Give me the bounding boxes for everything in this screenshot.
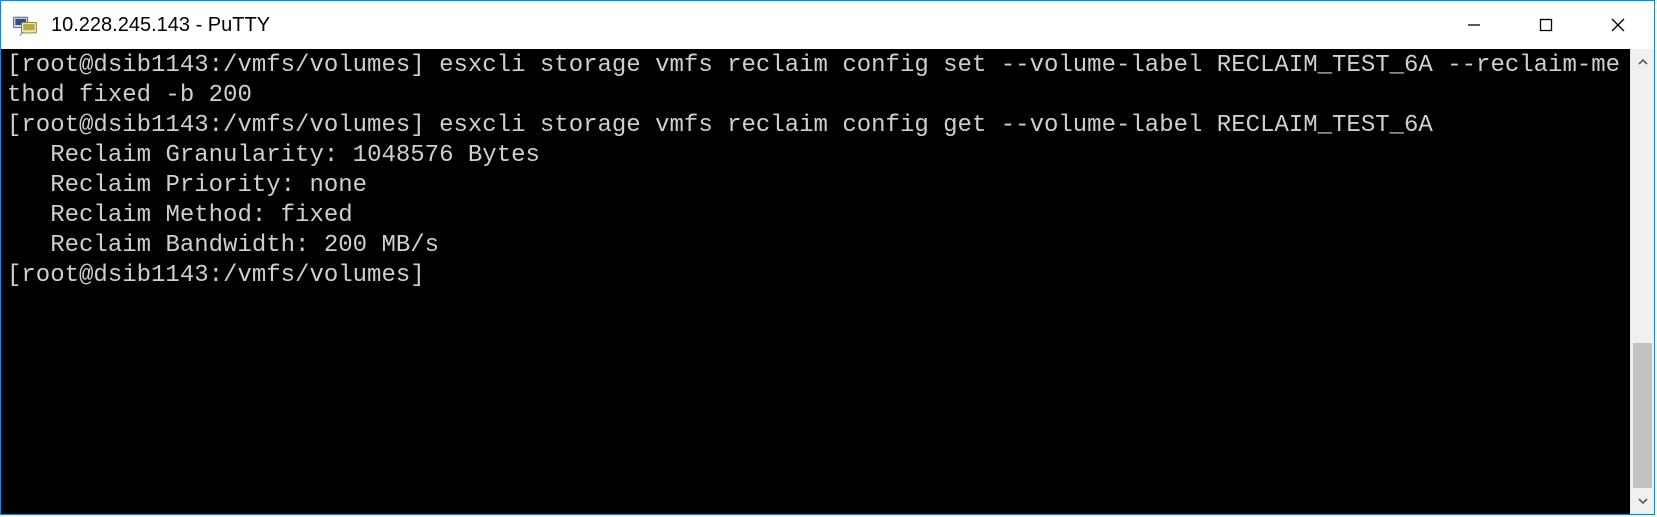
scroll-track[interactable] xyxy=(1631,75,1654,488)
scroll-thumb[interactable] xyxy=(1633,343,1652,488)
scroll-down-arrow-icon[interactable] xyxy=(1631,488,1654,514)
terminal[interactable]: [root@dsib1143:/vmfs/volumes] esxcli sto… xyxy=(1,49,1630,514)
maximize-button[interactable] xyxy=(1510,1,1582,49)
client-area: [root@dsib1143:/vmfs/volumes] esxcli sto… xyxy=(1,49,1654,514)
window-title: 10.228.245.143 - PuTTY xyxy=(49,14,270,37)
close-button[interactable] xyxy=(1582,1,1654,49)
putty-app-icon xyxy=(1,1,49,49)
scrollbar[interactable] xyxy=(1630,49,1654,514)
minimize-button[interactable] xyxy=(1438,1,1510,49)
putty-window: 10.228.245.143 - PuTTY [root@dsib1143:/v… xyxy=(0,0,1655,515)
titlebar[interactable]: 10.228.245.143 - PuTTY xyxy=(1,1,1654,49)
scroll-up-arrow-icon[interactable] xyxy=(1631,49,1654,75)
window-controls xyxy=(1438,1,1654,49)
